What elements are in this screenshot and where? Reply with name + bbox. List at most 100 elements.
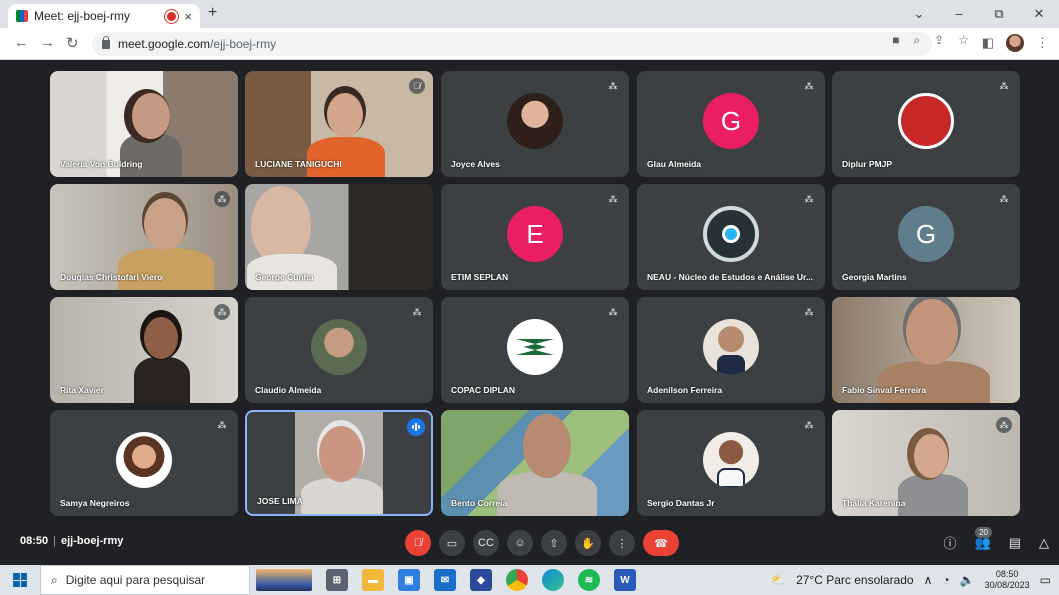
participant-tile[interactable]: Bento Correia xyxy=(441,410,629,516)
browser-menu-icon[interactable]: ⋮ xyxy=(1036,35,1049,51)
participant-tile[interactable]: ⁂ NEAU - Núcleo de Estudos e Análise Ur.… xyxy=(637,184,825,290)
participant-avatar xyxy=(116,432,172,488)
participant-tile[interactable]: Fabio Sinval Ferreira xyxy=(832,297,1020,403)
participant-tile[interactable]: ⁂ Diplur PMJP xyxy=(832,71,1020,177)
mail-icon[interactable]: ✉ xyxy=(434,569,456,591)
browser-tab-meet[interactable]: Meet: ejj-boej-rmy × xyxy=(8,4,200,28)
participant-tile[interactable]: George Cunha xyxy=(245,184,433,290)
camera-in-use-icon[interactable]: ■ xyxy=(892,33,899,47)
participant-tile[interactable]: 🎙̸ LUCIANE TANIGUCHI xyxy=(245,71,433,177)
emoji-icon[interactable]: ☺ xyxy=(507,530,533,556)
meet-grid: Valeria Von Buldring 🎙̸ LUCIANE TANIGUCH… xyxy=(0,61,1059,564)
share-icon[interactable]: ⇪ xyxy=(934,33,944,47)
meet-favicon-icon xyxy=(16,10,28,22)
participant-avatar xyxy=(703,432,759,488)
participant-tile[interactable]: ⁂ Sergio Dantas Jr xyxy=(637,410,825,516)
participant-tile[interactable]: ⁂ Thália Karenina xyxy=(832,410,1020,516)
url-host: meet.google.com xyxy=(118,37,211,51)
window-controls: ⌄ – ⧉ ✕ xyxy=(899,0,1059,28)
tab-close-icon[interactable]: × xyxy=(184,9,192,24)
network-icon[interactable]: ◔ xyxy=(942,573,949,587)
forward-arrow-icon[interactable]: → xyxy=(40,34,55,51)
participant-tile[interactable]: ⁂ Samya Negreiros xyxy=(50,410,238,516)
muted-mic-icon: ⁂ xyxy=(608,194,618,204)
app-icon[interactable]: ◆ xyxy=(470,569,492,591)
clock[interactable]: 08:50 30/08/2023 xyxy=(985,569,1030,591)
volume-icon[interactable]: 🔈 xyxy=(960,573,975,587)
speaking-indicator-icon xyxy=(407,418,425,436)
meeting-details-icon[interactable]: ⓘ xyxy=(944,533,957,552)
participant-name: Bento Correia xyxy=(451,498,508,508)
present-icon[interactable]: ⇧ xyxy=(541,530,567,556)
tab-search-button[interactable]: ⌄ xyxy=(899,0,939,28)
participant-name: LUCIANE TANIGUCHI xyxy=(255,159,342,169)
news-widget-icon[interactable] xyxy=(256,569,312,591)
chat-icon[interactable]: ▤ xyxy=(1009,535,1021,551)
chrome-icon[interactable] xyxy=(506,569,528,591)
captions-icon[interactable]: CC xyxy=(473,530,499,556)
mic-off-icon[interactable]: 🎙̸ xyxy=(405,530,431,556)
zoom-icon[interactable]: ⌕ xyxy=(913,33,920,48)
end-call-icon[interactable]: ☎ xyxy=(643,530,679,556)
activities-icon[interactable]: △ xyxy=(1039,535,1049,551)
participant-name: Joyce Alves xyxy=(451,159,500,169)
participant-video xyxy=(299,418,385,514)
participant-avatar xyxy=(507,93,563,149)
participant-name: Claudio Almeida xyxy=(255,385,322,395)
participant-tile[interactable]: Valeria Von Buldring xyxy=(50,71,238,177)
windows-taskbar: ⌕ Digite aqui para pesquisar ⊞ ▬ ▣ ✉ ◆ ≋… xyxy=(0,565,1059,595)
browser-tabbar: Meet: ejj-boej-rmy × + ⌄ – ⧉ ✕ xyxy=(0,0,1059,28)
taskbar-search[interactable]: ⌕ Digite aqui para pesquisar xyxy=(40,565,250,595)
muted-mic-icon: ⁂ xyxy=(996,417,1012,433)
side-panel-icon[interactable]: ◧ xyxy=(982,35,994,51)
back-arrow-icon[interactable]: ← xyxy=(14,34,29,51)
participant-tile[interactable]: G ⁂ Glau Almeida xyxy=(637,71,825,177)
participant-name: COPAC DIPLAN xyxy=(451,385,516,395)
spotify-icon[interactable]: ≋ xyxy=(578,569,600,591)
muted-mic-icon: ⁂ xyxy=(804,81,814,91)
participant-tile[interactable]: ⁂ Rita Xavier xyxy=(50,297,238,403)
minimize-button[interactable]: – xyxy=(939,0,979,28)
edge-icon[interactable] xyxy=(542,569,564,591)
address-bar[interactable]: meet.google.com/ejj-boej-rmy xyxy=(92,32,932,56)
url-path: /ejj-boej-rmy xyxy=(210,37,277,51)
participant-tile[interactable]: G ⁂ Georgia Martins xyxy=(832,184,1020,290)
file-explorer-icon[interactable]: ▬ xyxy=(362,569,384,591)
meet-side-controls: ⓘ 👥 ▤ △ 20 xyxy=(944,527,1049,552)
store-icon[interactable]: ▣ xyxy=(398,569,420,591)
participant-tile-active-speaker[interactable]: JOSE LIMA xyxy=(245,410,433,516)
start-button[interactable] xyxy=(0,565,40,595)
muted-mic-icon: ⁂ xyxy=(412,307,422,317)
weather-text[interactable]: 27°C Parc ensolarado xyxy=(796,573,914,587)
participant-video xyxy=(497,410,597,516)
close-window-button[interactable]: ✕ xyxy=(1019,0,1059,28)
camera-icon[interactable]: ▭ xyxy=(439,530,465,556)
lock-icon xyxy=(102,35,110,49)
participant-tile[interactable]: ⁂ COPAC DIPLAN xyxy=(441,297,629,403)
muted-mic-icon: ⁂ xyxy=(804,194,814,204)
more-vert-icon[interactable]: ⋮ xyxy=(609,530,635,556)
participant-name: NEAU - Núcleo de Estudos e Análise Ur... xyxy=(647,272,813,282)
clock-time: 08:50 xyxy=(995,569,1019,579)
tray-chevron-icon[interactable]: ∧ xyxy=(924,573,933,587)
participant-tile[interactable]: ⁂ Douglas Christofari Viero xyxy=(50,184,238,290)
clock-date: 30/08/2023 xyxy=(984,580,1030,590)
taskbar-apps: ⊞ ▬ ▣ ✉ ◆ ≋ W xyxy=(256,569,636,591)
participant-tile[interactable]: E ⁂ ETIM SEPLAN xyxy=(441,184,629,290)
participant-logo xyxy=(898,93,954,149)
participant-tile[interactable]: ⁂ Claudio Almeida xyxy=(245,297,433,403)
bookmark-star-icon[interactable]: ☆ xyxy=(958,33,969,47)
participant-tile[interactable]: ⁂ Adenilson Ferreira xyxy=(637,297,825,403)
copac-logo-icon xyxy=(516,339,554,355)
maximize-button[interactable]: ⧉ xyxy=(979,0,1019,28)
reload-icon[interactable]: ↻ xyxy=(66,34,79,52)
participant-name: Valeria Von Buldring xyxy=(60,159,143,169)
notifications-icon[interactable]: ▭ xyxy=(1040,573,1051,587)
participant-tile[interactable]: ⁂ Joyce Alves xyxy=(441,71,629,177)
new-tab-button[interactable]: + xyxy=(208,4,217,22)
participant-name: Samya Negreiros xyxy=(60,498,130,508)
profile-avatar[interactable] xyxy=(1006,34,1024,52)
task-view-icon[interactable]: ⊞ xyxy=(326,569,348,591)
word-icon[interactable]: W xyxy=(614,569,636,591)
hand-icon[interactable]: ✋ xyxy=(575,530,601,556)
